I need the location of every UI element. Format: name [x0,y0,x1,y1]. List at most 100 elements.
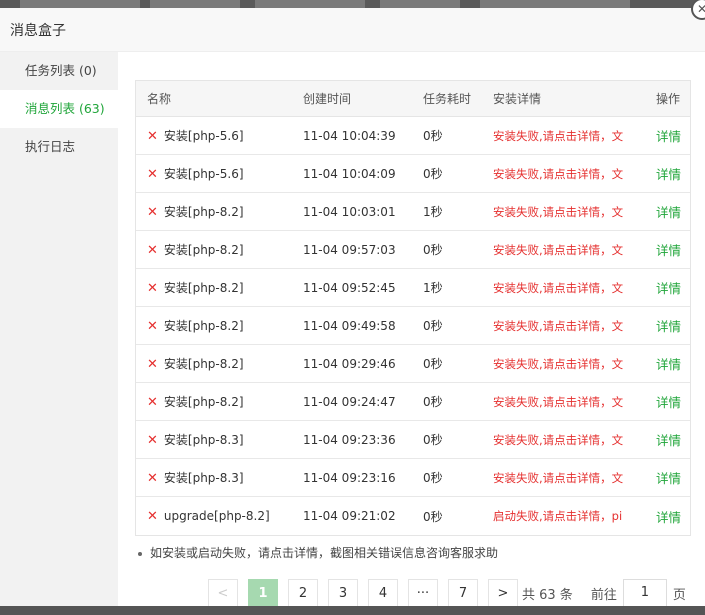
message-box-dialog: 消息盒子 ✕ 任务列表 (0) 消息列表 (63) 执行日志 名称 创建时间 任… [0,0,705,607]
goto-page-input[interactable]: 1 [622,579,667,607]
cell-duration: 0秒 [423,319,443,333]
table-row: ✕ 安装[php-8.2] 11-04 09:49:58 0秒 安装失败,请点击详情，文… [136,307,690,345]
details-link[interactable]: 详情 [646,430,690,449]
header-created-time: 创建时间 [303,92,352,106]
details-link[interactable]: 详情 [646,468,690,487]
table-row: ✕ 安装[php-8.2] 11-04 09:29:46 0秒 安装失败,请点击详情，文… [136,345,690,383]
next-page-button[interactable]: > [488,579,518,607]
sidebar-item-tasks[interactable]: 任务列表 (0) [0,52,118,90]
details-link[interactable]: 详情 [646,278,690,297]
page-button-7[interactable]: 7 [448,579,478,607]
cell-created-time: 11-04 09:23:16 [303,470,396,485]
details-link[interactable]: 详情 [646,202,690,221]
cell-name: ✕ 安装[php-8.2] [136,393,303,410]
cell-detail: 安装失败,请点击详情，文 [493,280,624,295]
details-link[interactable]: 详情 [646,126,690,145]
cell-created-time: 11-04 10:04:39 [303,128,396,143]
task-name: 安装[php-8.2] [163,281,244,295]
details-link[interactable]: 详情 [646,316,690,335]
fail-icon: ✕ [147,281,158,296]
task-name: 安装[php-8.2] [163,319,244,333]
cell-detail: 安装失败,请点击详情，文 [493,356,624,371]
goto-suffix: 页 [672,587,686,603]
page-button-4[interactable]: 4 [368,579,398,607]
cell-detail: 安装失败,请点击详情，文 [493,242,624,257]
table-row: ✕ 安装[php-8.2] 11-04 09:57:03 0秒 安装失败,请点击详情，文… [136,231,690,269]
bullet-icon [138,551,142,556]
fail-icon: ✕ [147,129,158,144]
cell-detail: 安装失败,请点击详情，文 [493,204,624,219]
prev-page-button[interactable]: < [208,579,238,607]
cell-created-time: 11-04 09:29:46 [303,356,396,371]
cell-created-time: 11-04 10:04:09 [303,166,396,181]
page-button-1[interactable]: 1 [248,579,278,607]
cell-duration: 0秒 [423,433,443,447]
cell-name: ✕ 安装[php-8.2] [136,317,303,334]
background-bottom [0,606,705,615]
page-button-3[interactable]: 3 [328,579,358,607]
cell-duration: 1秒 [423,281,443,295]
pagination: < 1 2 3 4 ··· 7 > 共 63 条 前往 1 页 [208,579,686,607]
details-link[interactable]: 详情 [646,392,690,411]
cell-detail: 安装失败,请点击详情，文 [493,470,624,485]
cell-detail: 安装失败,请点击详情，文 [493,318,624,333]
cell-duration: 0秒 [423,167,443,181]
fail-icon: ✕ [147,319,158,334]
fail-icon: ✕ [147,395,158,410]
table-row: ✕ 安装[php-8.3] 11-04 09:23:36 0秒 安装失败,请点击详情，文… [136,421,690,459]
page-ellipsis[interactable]: ··· [408,579,438,607]
details-link[interactable]: 详情 [646,507,690,526]
help-tip: 如安装或启动失败，请点击详情，截图相关错误信息咨询客服求助 [138,544,498,561]
task-name: 安装[php-8.2] [163,205,244,219]
cell-created-time: 11-04 09:21:02 [303,509,396,523]
cell-duration: 0秒 [423,129,443,143]
task-name: 安装[php-5.6] [163,129,244,143]
cell-name: ✕ 安装[php-8.3] [136,431,303,448]
fail-icon: ✕ [147,205,158,220]
cell-detail: 安装失败,请点击详情，文 [493,432,624,447]
task-name: upgrade[php-8.2] [163,508,270,523]
table-row: ✕ 安装[php-8.3] 11-04 09:23:16 0秒 安装失败,请点击详情，文… [136,459,690,497]
task-name: 安装[php-8.2] [163,395,244,409]
cell-name: ✕ 安装[php-8.2] [136,355,303,372]
header-duration: 任务耗时 [423,92,472,106]
goto-label: 前往 [590,587,617,603]
cell-name: ✕ 安装[php-5.6] [136,165,303,182]
fail-icon: ✕ [147,167,158,182]
fail-icon: ✕ [147,508,158,524]
cell-name: ✕ 安装[php-8.2] [136,241,303,258]
cell-created-time: 11-04 09:24:47 [303,394,396,409]
cell-duration: 1秒 [423,205,443,219]
background-strip [0,0,705,8]
details-link[interactable]: 详情 [646,164,690,183]
sidebar-item-exec-log[interactable]: 执行日志 [0,128,118,166]
cell-detail: 启动失败,请点击详情，pi [493,509,623,523]
cell-created-time: 11-04 09:57:03 [303,242,396,257]
table-row: ✕ upgrade[php-8.2] 11-04 09:21:02 0秒 启动失败,请点… [136,497,690,535]
cell-name: ✕ 安装[php-8.2] [136,279,303,296]
header-action: 操作 [656,92,681,106]
table-row: ✕ 安装[php-8.2] 11-04 09:52:45 1秒 安装失败,请点击详情，文… [136,269,690,307]
message-table: 名称 创建时间 任务耗时 安装详情 操作 ✕ 安装[php-5.6] 11-04 1… [135,80,691,536]
page-button-2[interactable]: 2 [288,579,318,607]
details-link[interactable]: 详情 [646,240,690,259]
dialog-title: 消息盒子 [0,8,705,52]
cell-duration: 0秒 [423,395,443,409]
cell-duration: 0秒 [423,357,443,371]
table-row: ✕ 安装[php-5.6] 11-04 10:04:39 0秒 安装失败,请点击详情，文… [136,117,690,155]
cell-duration: 0秒 [423,471,443,485]
header-detail: 安装详情 [493,92,542,106]
task-name: 安装[php-8.2] [163,357,244,371]
header-name: 名称 [147,92,172,106]
cell-duration: 0秒 [423,509,443,524]
sidebar-item-messages[interactable]: 消息列表 (63) [0,90,118,128]
sidebar: 任务列表 (0) 消息列表 (63) 执行日志 [0,52,118,606]
cell-created-time: 11-04 09:52:45 [303,280,396,295]
cell-created-time: 11-04 10:03:01 [303,204,396,219]
task-name: 安装[php-8.3] [163,471,244,485]
details-link[interactable]: 详情 [646,354,690,373]
cell-duration: 0秒 [423,243,443,257]
table-row: ✕ 安装[php-8.2] 11-04 10:03:01 1秒 安装失败,请点击详情，文… [136,193,690,231]
fail-icon: ✕ [147,433,158,448]
cell-name: ✕ 安装[php-8.2] [136,203,303,220]
